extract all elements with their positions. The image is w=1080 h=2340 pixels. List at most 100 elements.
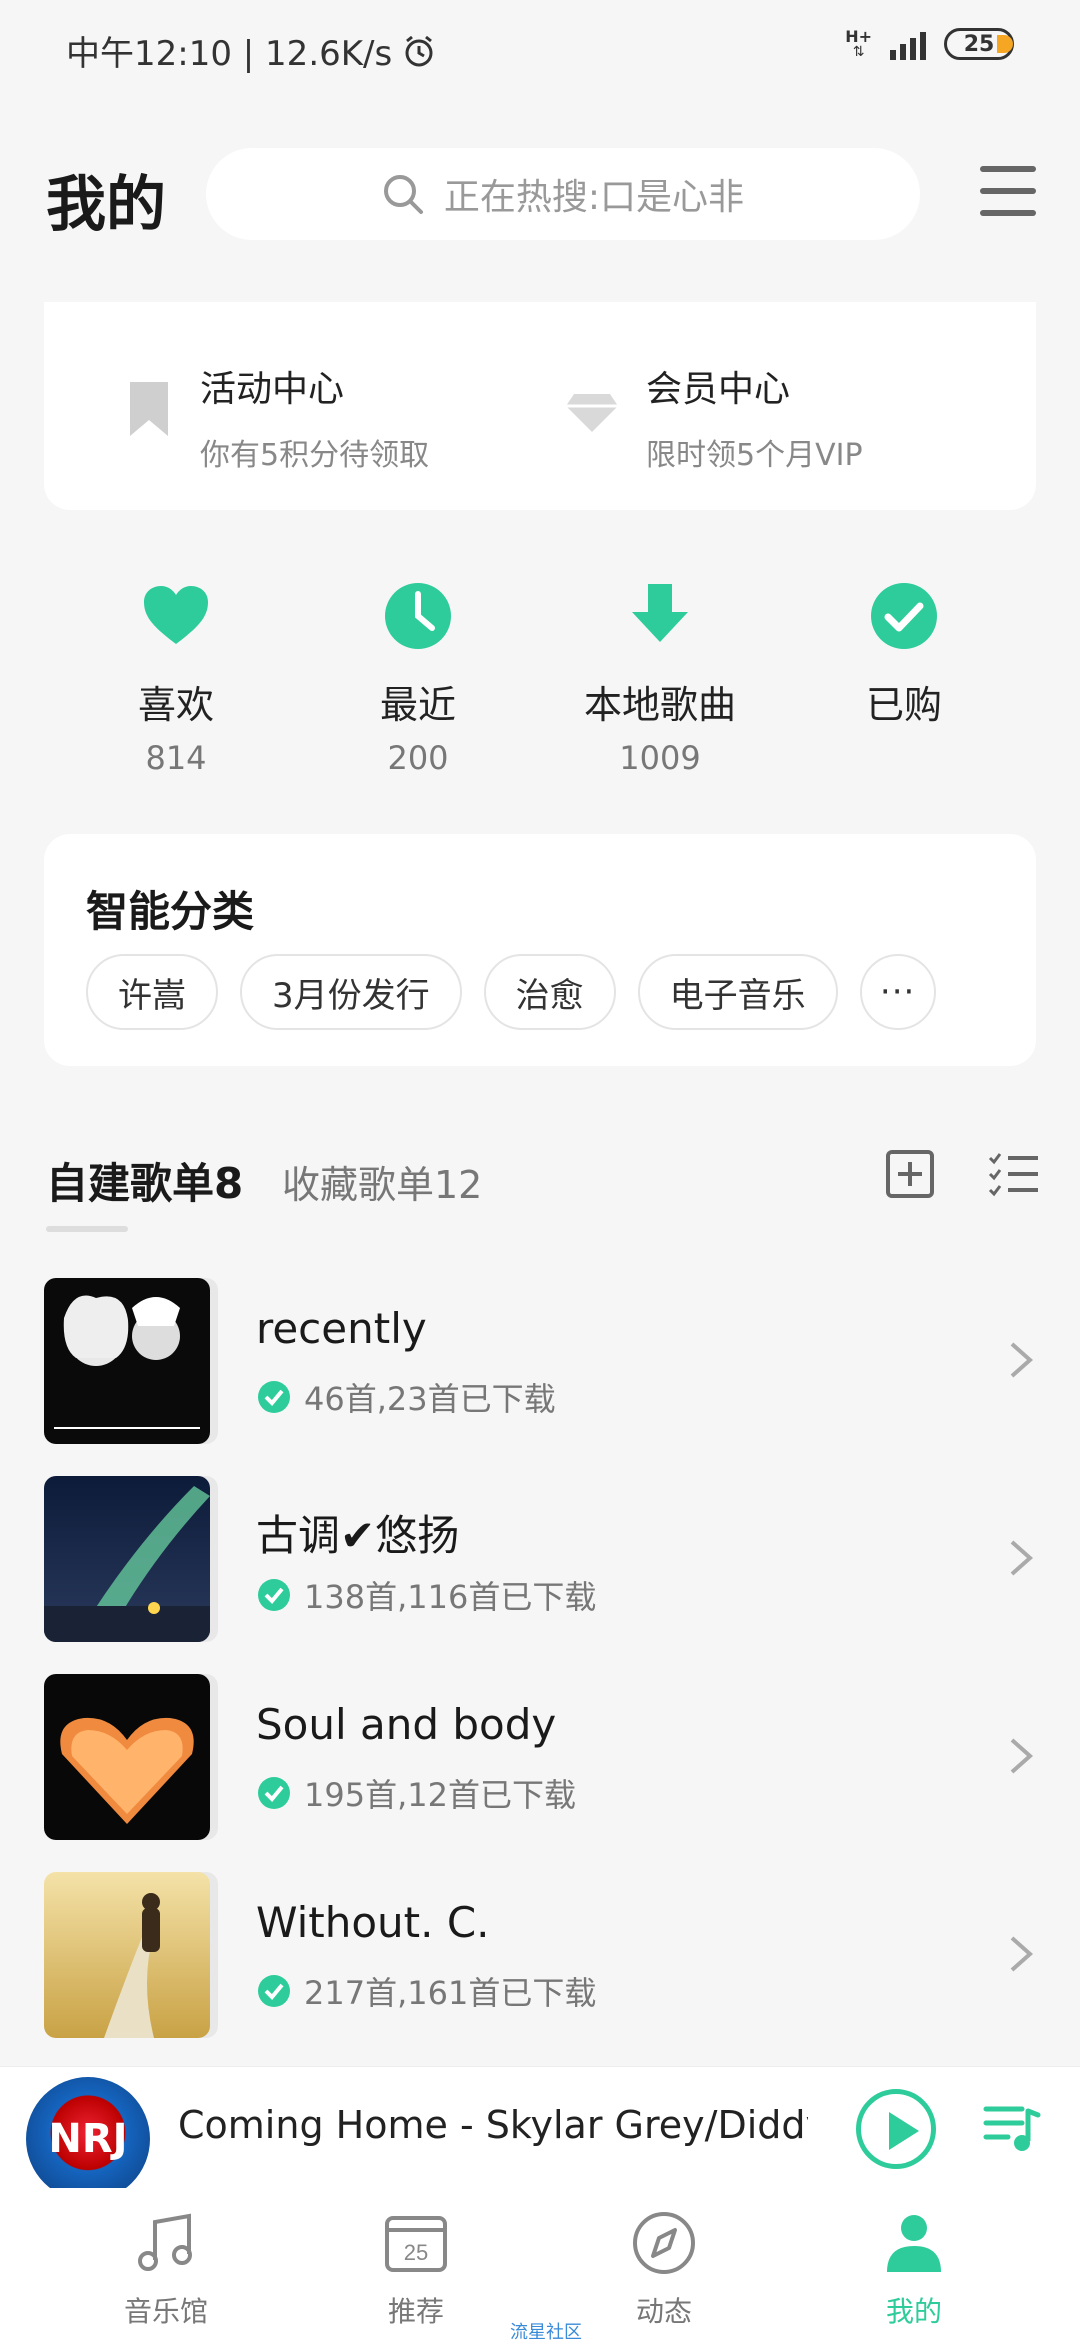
playlist-meta: 217首,161首已下载 — [256, 1968, 596, 2014]
tab-fav-playlists[interactable]: 收藏歌单12 — [282, 1154, 482, 1209]
search-icon — [383, 175, 423, 214]
activity-center-title: 活动中心 — [200, 369, 345, 410]
stat-count: 814 — [145, 739, 207, 777]
list-item[interactable]: recently 46首,23首已下载 — [0, 1270, 1080, 1444]
playlist-name: Without. C. — [256, 1898, 490, 1947]
battery-icon: 25 — [944, 28, 1014, 60]
cover-art-image — [44, 1278, 210, 1444]
clock-icon — [385, 583, 451, 649]
playlist-queue-icon[interactable] — [982, 2097, 1042, 2157]
tab-own-playlists[interactable]: 自建歌单8 — [46, 1150, 243, 1211]
list-item[interactable]: 古调✔悠扬 138首,116首已下载 — [0, 1468, 1080, 1642]
smart-category-title: 智能分类 — [86, 887, 255, 936]
search-placeholder: 正在热搜:口是心非 — [443, 177, 745, 218]
now-playing-title[interactable]: Coming Home - Skylar Grey/Diddy-D — [178, 2103, 808, 2147]
header: 我的 正在热搜:口是心非 — [0, 140, 1080, 250]
alarm-icon — [405, 35, 433, 66]
compass-icon — [633, 2212, 695, 2274]
downloaded-check-icon — [258, 1777, 290, 1809]
check-icon — [871, 583, 937, 649]
playlist-meta: 195首,12首已下载 — [256, 1770, 576, 1816]
nav-tip: 流星社区 — [510, 2322, 582, 2340]
heart-icon — [144, 586, 208, 644]
bottom-nav: 音乐馆 25 推荐 动态 我的 流星社区 — [0, 2188, 1080, 2340]
chevron-right-icon — [1010, 1540, 1034, 1576]
user-icon — [887, 2215, 941, 2272]
playlist-meta-text: 217首,161首已下载 — [304, 1974, 597, 2012]
mini-player[interactable]: NRJ Coming Home - Skylar Grey/Diddy-D — [0, 2066, 1080, 2201]
nav-label: 动态 — [635, 2295, 692, 2328]
chip[interactable]: 电子音乐 — [637, 954, 838, 1030]
stat-label: 喜欢 — [137, 683, 214, 727]
chip[interactable]: 许嵩 — [86, 954, 218, 1030]
diamond-icon — [566, 394, 618, 432]
nav-feed[interactable]: 动态 — [564, 2210, 764, 2330]
list-item[interactable]: Without. C. 217首,161首已下载 — [0, 1864, 1080, 2038]
stat-liked[interactable]: 喜欢 814 — [66, 580, 286, 777]
smart-category-chips: 许嵩 3月份发行 治愈 电子音乐 ··· — [86, 954, 936, 1030]
playlist-cover — [44, 1476, 210, 1642]
status-right: H+ ⇅ 25 — [845, 28, 1014, 60]
tab-indicator — [46, 1226, 128, 1232]
playlist-name: 古调✔悠扬 — [256, 1511, 460, 1560]
quick-stats: 喜欢 814 最近 200 本地歌曲 1009 已购 — [0, 580, 1080, 780]
stat-count: 200 — [387, 739, 449, 777]
manage-list-icon[interactable] — [988, 1150, 1040, 1198]
menu-icon[interactable] — [980, 166, 1036, 216]
page-title: 我的 — [46, 170, 166, 240]
playlist-name: recently — [256, 1304, 427, 1353]
bookmark-icon — [130, 382, 168, 436]
stat-purchased[interactable]: 已购 — [794, 580, 1014, 739]
stat-count: 1009 — [619, 739, 701, 777]
nav-label: 音乐馆 — [123, 2295, 208, 2328]
chevron-right-icon — [1010, 1936, 1034, 1972]
nav-music-hall[interactable]: 音乐馆 — [66, 2210, 266, 2330]
chevron-right-icon — [1010, 1738, 1034, 1774]
playlist-tabs: 自建歌单8 收藏歌单12 — [46, 1150, 1046, 1240]
playlist-meta-text: 138首,116首已下载 — [304, 1578, 597, 1616]
download-icon — [632, 584, 688, 642]
cover-art-image — [44, 1476, 210, 1642]
now-playing-art[interactable]: NRJ — [26, 2077, 150, 2201]
nav-label: 推荐 — [387, 2295, 444, 2328]
activity-center-sub: 你有5积分待领取 — [200, 438, 430, 473]
chevron-right-icon — [1010, 1342, 1034, 1378]
playlist-meta-text: 46首,23首已下载 — [304, 1380, 556, 1418]
battery-level: 25 — [963, 31, 995, 57]
list-item[interactable]: Soul and body 195首,12首已下载 — [0, 1666, 1080, 1840]
signal-icon — [890, 28, 926, 60]
smart-category-card: 智能分类 许嵩 3月份发行 治愈 电子音乐 ··· — [44, 834, 1036, 1066]
stat-label: 最近 — [379, 683, 456, 727]
play-button[interactable] — [856, 2089, 936, 2169]
status-bar: 中午12:10 | 12.6K/s H+ ⇅ 25 — [0, 0, 1080, 100]
stat-local[interactable]: 本地歌曲 1009 — [550, 580, 770, 777]
downloaded-check-icon — [258, 1579, 290, 1611]
playlist-cover — [44, 1278, 210, 1444]
nav-mine[interactable]: 我的 — [814, 2210, 1014, 2330]
vip-center-button[interactable]: 会员中心 限时领5个月VIP — [564, 360, 863, 474]
add-playlist-icon[interactable] — [886, 1150, 934, 1198]
status-left: 中午12:10 | 12.6K/s — [66, 26, 436, 75]
stat-label: 已购 — [865, 683, 942, 727]
playlist-cover — [44, 1872, 210, 2038]
calendar-icon: 25 — [385, 2216, 447, 2272]
chip[interactable]: 3月份发行 — [240, 954, 462, 1030]
network-indicator: H+ ⇅ — [845, 27, 872, 60]
playlist-cover — [44, 1674, 210, 1840]
playlist-meta: 138首,116首已下载 — [256, 1572, 596, 1618]
nav-recommend[interactable]: 25 推荐 — [316, 2210, 516, 2330]
nav-label: 我的 — [885, 2295, 942, 2328]
more-chips-button[interactable]: ··· — [859, 954, 936, 1030]
vip-center-sub: 限时领5个月VIP — [646, 438, 863, 473]
chip[interactable]: 治愈 — [483, 954, 616, 1030]
stat-recent[interactable]: 最近 200 — [308, 580, 528, 777]
cover-art-image — [44, 1872, 210, 2038]
search-bar[interactable]: 正在热搜:口是心非 — [206, 148, 920, 240]
playlist-meta: 46首,23首已下载 — [256, 1374, 556, 1420]
stat-label: 本地歌曲 — [583, 683, 736, 727]
art-logo-text: NRJ — [48, 2116, 128, 2162]
vip-center-title: 会员中心 — [646, 369, 791, 410]
playlist-name: Soul and body — [256, 1700, 557, 1749]
activity-center-button[interactable]: 活动中心 你有5积分待领取 — [124, 360, 429, 474]
status-time: 中午12:10 | 12.6K/s — [66, 34, 393, 74]
